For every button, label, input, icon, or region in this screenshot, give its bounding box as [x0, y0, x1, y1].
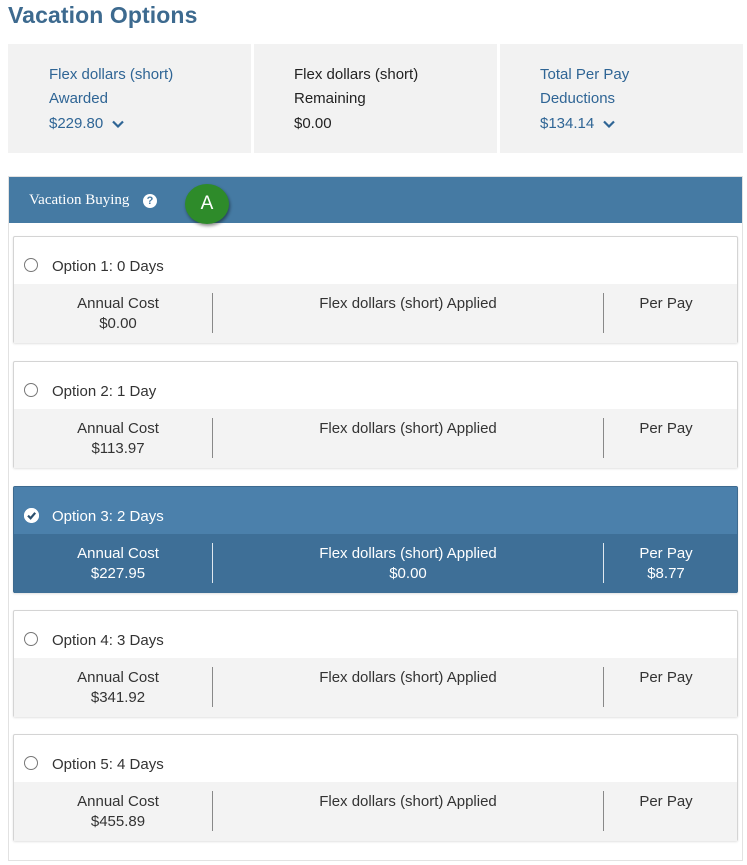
option-details: Annual Cost $113.97 Flex dollars (short)… [14, 409, 737, 468]
radio-button[interactable] [24, 258, 38, 272]
option-label: Option 2: 1 Day [52, 383, 157, 400]
section-header: Vacation Buying ? A [9, 177, 742, 224]
annual-cost-value: $113.97 [91, 440, 145, 457]
flex-applied-label: Flex dollars (short) Applied [319, 669, 497, 686]
option-card-2[interactable]: Option 2: 1 Day Annual Cost $113.97 Flex… [13, 361, 738, 468]
question-circle-icon[interactable]: ? [143, 194, 157, 208]
annual-cost-value: $341.92 [90, 689, 146, 706]
flex-awarded-amount: $229.80 [49, 115, 104, 132]
option-label: Option 4: 3 Days [52, 632, 164, 649]
page-title: Vacation Options [8, 2, 198, 28]
total-deductions-label-1: Total Per Pay [540, 66, 630, 83]
annual-cost-label: Annual Cost [77, 295, 159, 312]
option-label: Option 3: 2 Days [52, 508, 164, 525]
flex-remaining-label-1: Flex dollars (short) [294, 66, 419, 83]
option-details: Annual Cost $227.95 Flex dollars (short)… [14, 534, 737, 593]
option-details: Annual Cost $341.92 Flex dollars (short)… [14, 658, 737, 717]
annual-cost-label: Annual Cost [77, 420, 159, 437]
total-deductions-label-2: Deductions [540, 90, 616, 107]
option-card-5[interactable]: Option 5: 4 Days Annual Cost $455.89 Fle… [13, 734, 738, 841]
total-deductions-amount: $134.14 [540, 115, 595, 132]
radio-checked-icon[interactable] [24, 508, 39, 523]
option-details: Annual Cost $0.00 Flex dollars (short) A… [14, 284, 737, 343]
vacation-buying-section: Vacation Buying ? A Option 1: 0 Days Ann… [8, 176, 743, 861]
annual-cost-label: Annual Cost [77, 793, 159, 810]
option-label: Option 1: 0 Days [52, 258, 164, 275]
option-details: Annual Cost $455.89 Flex dollars (short)… [14, 782, 737, 841]
flex-awarded-label-2: Awarded [49, 90, 108, 107]
summary-panel: Flex dollars (short) Awarded $229.80 Fle… [8, 44, 743, 153]
radio-button[interactable] [24, 383, 38, 397]
per-pay-label: Per Pay [639, 545, 693, 562]
annual-cost-value: $0.00 [99, 315, 137, 332]
flex-applied-label: Flex dollars (short) Applied [319, 420, 497, 437]
radio-button[interactable] [24, 632, 38, 646]
radio-button[interactable] [24, 756, 38, 770]
per-pay-label: Per Pay [639, 420, 693, 437]
per-pay-label: Per Pay [639, 669, 693, 686]
annual-cost-label: Annual Cost [77, 669, 159, 686]
total-deductions-card: Total Per Pay Deductions $134.14 [500, 44, 743, 153]
annual-cost-value: $227.95 [90, 565, 146, 582]
per-pay-label: Per Pay [639, 793, 693, 810]
flex-awarded-card: Flex dollars (short) Awarded $229.80 [8, 44, 251, 153]
flex-applied-label: Flex dollars (short) Applied [319, 545, 497, 562]
option-card-4[interactable]: Option 4: 3 Days Annual Cost $341.92 Fle… [13, 610, 738, 717]
flex-remaining-card: Flex dollars (short) Remaining $0.00 [254, 44, 497, 153]
per-pay-value: $8.77 [647, 565, 685, 582]
annual-cost-label: Annual Cost [77, 545, 159, 562]
chevron-down-icon[interactable] [111, 117, 125, 131]
flex-applied-label: Flex dollars (short) Applied [319, 793, 497, 810]
flex-awarded-toggle[interactable]: $229.80 [49, 112, 173, 136]
flex-applied-value: $0.00 [389, 565, 427, 582]
flex-remaining-amount: $0.00 [294, 115, 332, 132]
per-pay-label: Per Pay [639, 295, 693, 312]
flex-remaining-value: $0.00 [294, 112, 418, 136]
flex-remaining-label-2: Remaining [294, 90, 366, 107]
total-deductions-toggle[interactable]: $134.14 [540, 112, 629, 136]
option-card-1[interactable]: Option 1: 0 Days Annual Cost $0.00 Flex … [13, 236, 738, 343]
annual-cost-value: $455.89 [90, 813, 146, 830]
section-title: Vacation Buying [29, 192, 130, 208]
flex-applied-label: Flex dollars (short) Applied [319, 295, 497, 312]
option-card-3[interactable]: Option 3: 2 Days Annual Cost $227.95 Fle… [13, 486, 738, 593]
chevron-down-icon[interactable] [602, 117, 616, 131]
annotation-badge: A [185, 184, 229, 224]
option-label: Option 5: 4 Days [52, 756, 164, 773]
flex-awarded-label-1: Flex dollars (short) [49, 66, 174, 83]
